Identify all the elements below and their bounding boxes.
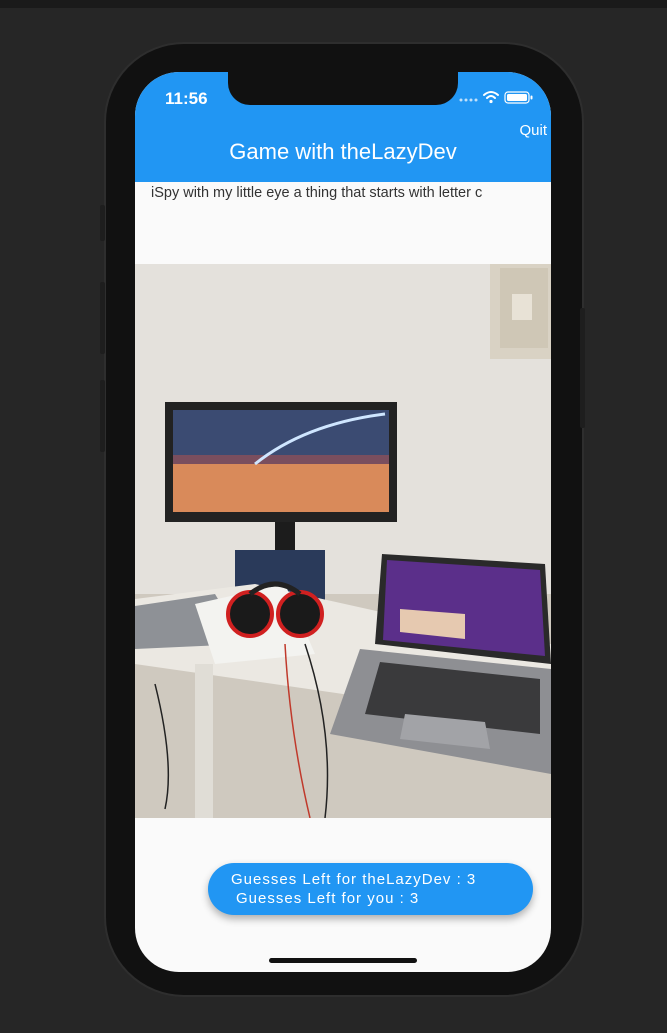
- mute-switch: [100, 205, 105, 241]
- top-edge-bar: [0, 0, 667, 8]
- status-time: 11:56: [165, 89, 208, 108]
- quit-button[interactable]: Quit: [519, 122, 547, 139]
- signal-dots-icon: [459, 98, 478, 102]
- battery-icon: [504, 91, 533, 104]
- wifi-icon: [483, 91, 499, 99]
- guesses-left-thelazydev: Guesses Left for theLazyDev : 3: [231, 871, 477, 888]
- phone-screen: 11:56 Quit Game with theLazyDev iSpy wit…: [135, 72, 551, 972]
- guesses-left-button[interactable]: Guesses Left for theLazyDev : 3 Guesses …: [208, 863, 533, 915]
- power-button: [580, 308, 585, 428]
- notch: [228, 72, 458, 105]
- home-indicator[interactable]: [269, 958, 417, 963]
- app-title: Game with theLazyDev: [229, 139, 457, 164]
- volume-up-button: [100, 282, 105, 354]
- ispy-prompt: iSpy with my little eye a thing that sta…: [151, 185, 483, 201]
- guesses-left-you: Guesses Left for you : 3: [236, 890, 420, 907]
- volume-down-button: [100, 380, 105, 452]
- desk-photo: [135, 264, 551, 818]
- app-bar: 11:56 Quit Game with theLazyDev: [135, 72, 551, 182]
- status-icons: [459, 91, 533, 104]
